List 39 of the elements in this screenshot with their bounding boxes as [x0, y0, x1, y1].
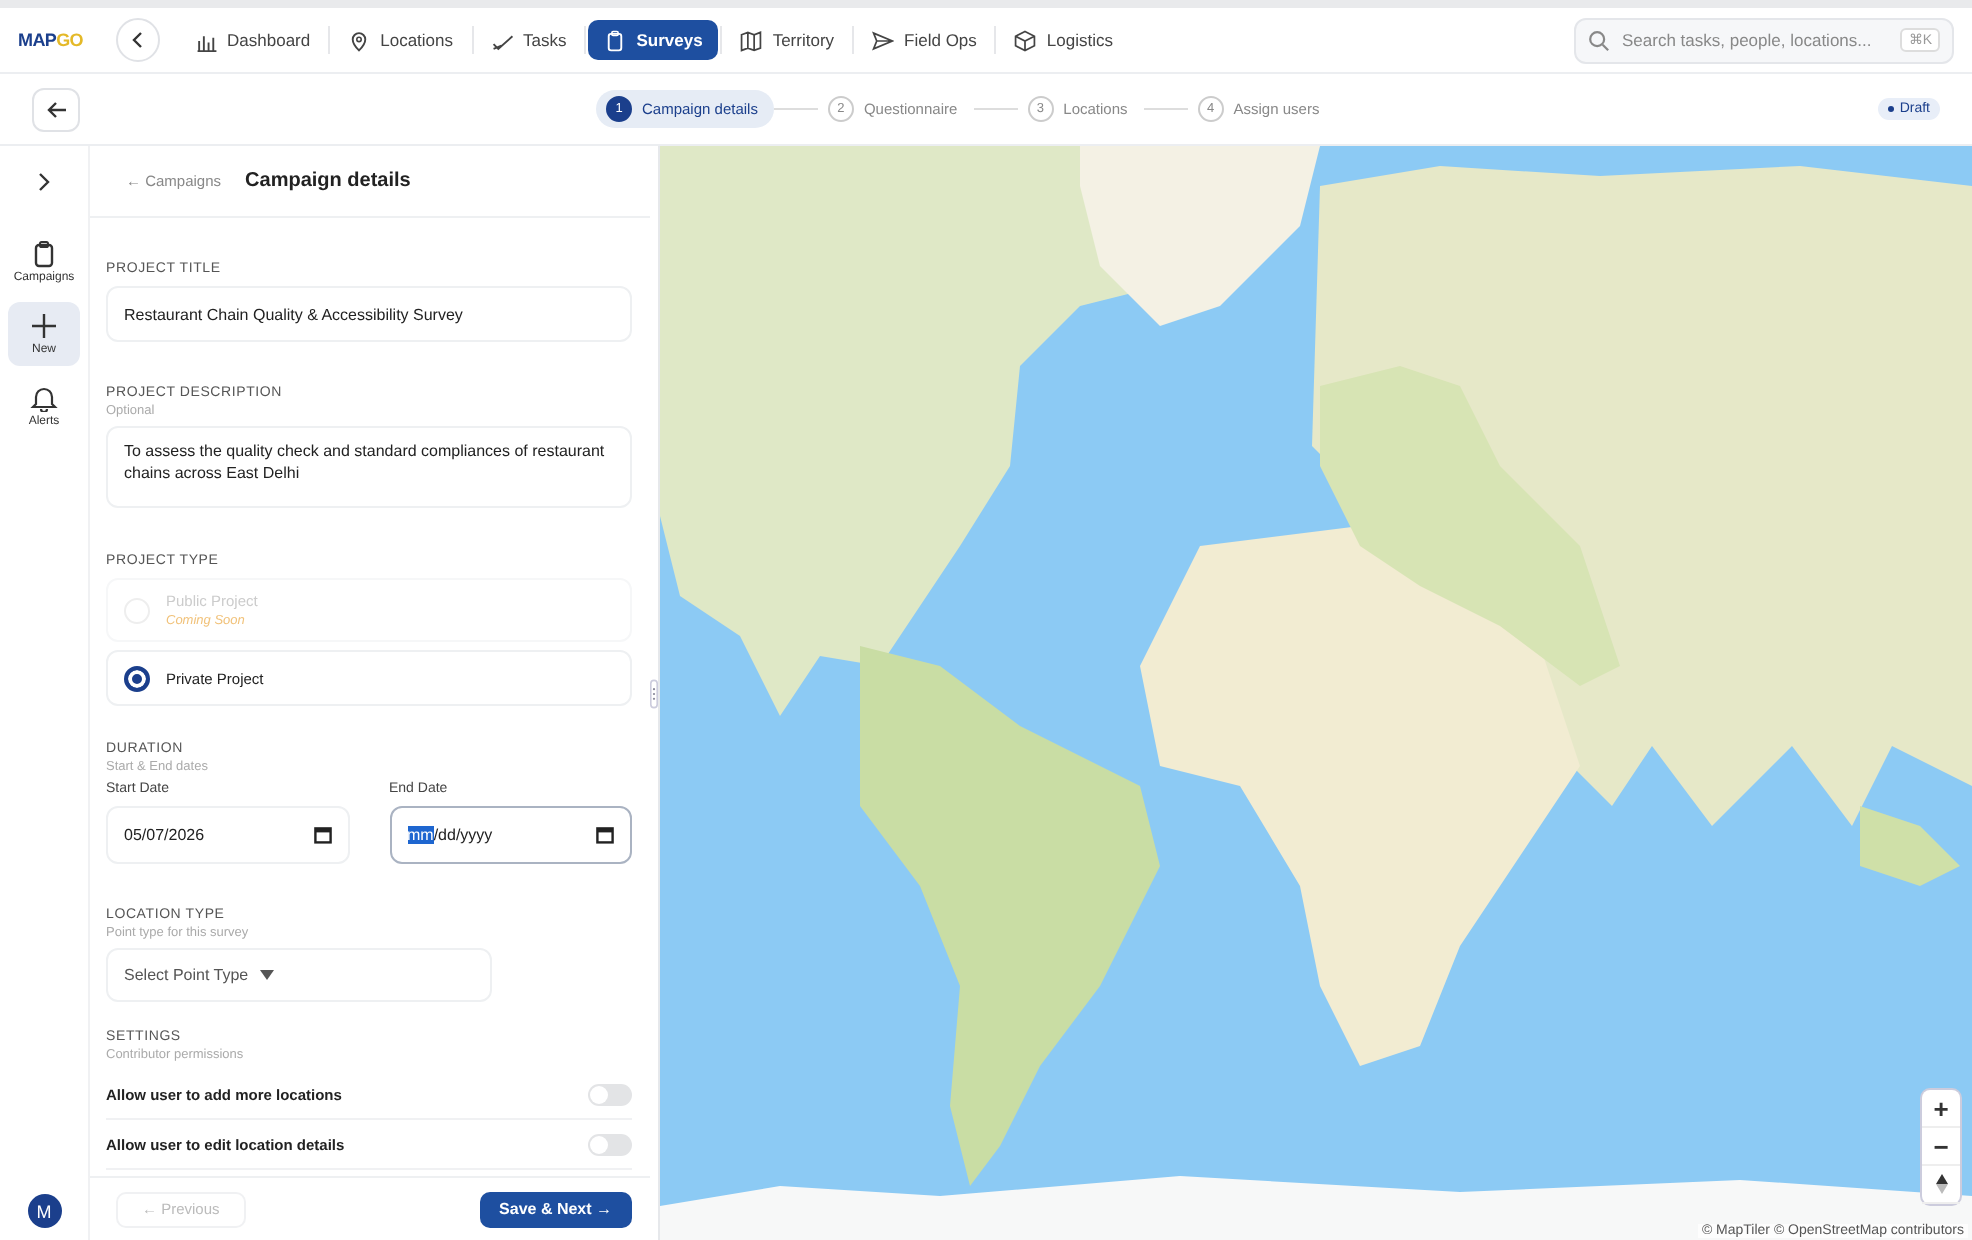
nav-tab[interactable]: Field Ops	[856, 20, 993, 60]
arrow-left-icon	[45, 99, 67, 119]
calendar-icon[interactable]	[596, 826, 614, 844]
zoom-button[interactable]: −	[1922, 1128, 1960, 1166]
date-field[interactable]: mm/dd/yyyy	[389, 806, 632, 864]
folded-map-icon	[740, 29, 763, 51]
text-area[interactable]: To assess the quality check and standard compliances of restaurant chains across East Delhi	[106, 426, 632, 508]
nav-tab[interactable]: Logistics	[998, 20, 1129, 60]
calendar-icon[interactable]	[313, 826, 331, 844]
paper-plane-icon	[872, 29, 895, 51]
toggle-switch[interactable]	[588, 1083, 632, 1105]
toggle-switch[interactable]	[588, 1133, 632, 1155]
map-pin-icon	[348, 29, 371, 51]
nav-tab[interactable]: Territory	[724, 20, 851, 60]
date-field[interactable]: 05/07/2026	[106, 806, 349, 864]
clipboard-icon	[604, 29, 627, 51]
cube-icon	[1014, 29, 1037, 51]
chevron-right-icon	[36, 172, 52, 192]
search-icon	[1588, 29, 1610, 51]
nav-tab[interactable]: Surveys	[588, 20, 719, 60]
save-next-button[interactable]: Save & Next →	[479, 1191, 632, 1227]
panel-title: Campaign details	[245, 170, 411, 192]
caret-down-icon	[260, 970, 275, 980]
nav-tab[interactable]: Locations	[332, 20, 469, 60]
nav-tab[interactable]: Dashboard	[179, 20, 327, 60]
logo[interactable]: MAPGO	[18, 30, 84, 50]
back-button[interactable]	[32, 87, 80, 131]
plus-icon	[30, 312, 58, 340]
chevron-left-icon	[127, 30, 148, 50]
radio-button[interactable]	[124, 665, 150, 691]
avatar[interactable]: M	[27, 1194, 61, 1228]
clipboard-icon	[30, 240, 58, 268]
compass-icon[interactable]	[1935, 1174, 1947, 1194]
bell-icon	[30, 384, 58, 412]
text-field[interactable]: Restaurant Chain Quality & Accessibility Survey	[106, 286, 632, 342]
nav-tab[interactable]: Tasks	[475, 20, 583, 60]
zoom-button[interactable]: +	[1922, 1090, 1960, 1128]
drag-handle-icon[interactable]	[650, 675, 658, 711]
dropdown[interactable]: Select Point Type	[106, 948, 492, 1002]
